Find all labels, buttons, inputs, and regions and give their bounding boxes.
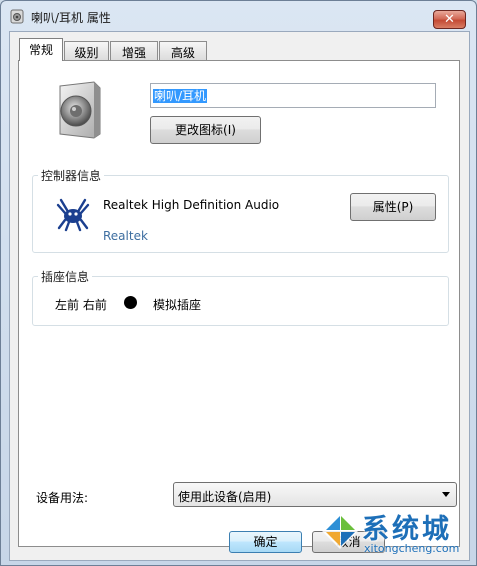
controller-info-group: 控制器信息 Realtek High Definition Audio Real… (32, 167, 449, 253)
chevron-down-icon (442, 492, 450, 497)
diamond-logo-icon (322, 513, 358, 549)
watermark-brand: 系统城 (362, 514, 452, 545)
device-name-selection: 喇叭/耳机 (153, 89, 208, 103)
controller-info-label: 控制器信息 (38, 167, 105, 184)
realtek-crab-icon (56, 198, 90, 232)
watermark: 系统城 xitongcheng.com (320, 507, 470, 559)
tab-advanced[interactable]: 高级 (159, 41, 207, 60)
jack-type: 模拟插座 (153, 298, 202, 312)
controller-properties-button[interactable]: 属性(P) (350, 193, 436, 221)
controller-vendor-link[interactable]: Realtek (103, 229, 148, 243)
tab-general[interactable]: 常规 (19, 38, 63, 61)
jack-position: 左前 右前 (55, 298, 107, 312)
properties-window: 喇叭/耳机 属性 ✕ 常规 级别 增强 高级 喇叭/耳机 更改图标(I) 控制器… (0, 0, 477, 566)
window-title: 喇叭/耳机 属性 (31, 11, 111, 25)
device-usage-select[interactable]: 使用此设备(启用) (173, 482, 457, 507)
tab-levels[interactable]: 级别 (64, 41, 109, 60)
jack-color-dot (124, 296, 137, 309)
general-tab-panel: 喇叭/耳机 更改图标(I) 控制器信息 Realtek High Definit… (18, 60, 460, 547)
device-usage-value: 使用此设备(启用) (178, 490, 272, 504)
device-name-input[interactable]: 喇叭/耳机 (150, 83, 436, 108)
speaker-icon (10, 9, 24, 24)
close-button[interactable]: ✕ (433, 10, 466, 29)
controller-name: Realtek High Definition Audio (103, 198, 280, 212)
dialog-client: 常规 级别 增强 高级 喇叭/耳机 更改图标(I) 控制器信息 Realtek … (9, 31, 470, 561)
change-icon-button[interactable]: 更改图标(I) (150, 116, 261, 144)
ok-button[interactable]: 确定 (229, 531, 302, 553)
title-bar[interactable]: 喇叭/耳机 属性 ✕ (1, 1, 476, 31)
watermark-url: xitongcheng.com (364, 542, 460, 555)
jack-info-group: 插座信息 左前 右前 模拟插座 (32, 268, 449, 326)
tab-enhancements[interactable]: 增强 (110, 41, 158, 60)
speaker-device-icon (59, 81, 101, 139)
device-usage-label: 设备用法: (36, 491, 89, 505)
jack-info-label: 插座信息 (38, 268, 93, 285)
